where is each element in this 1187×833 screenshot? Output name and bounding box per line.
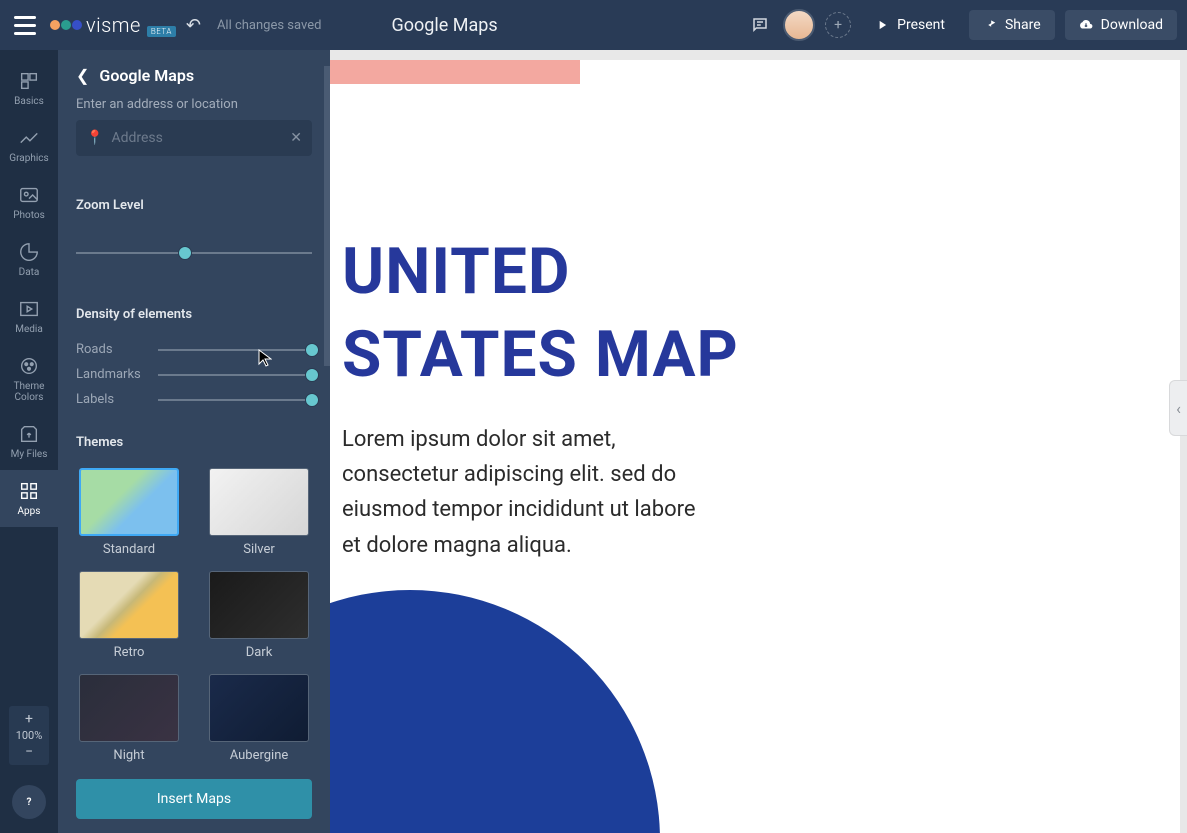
theme-thumb [209,468,309,536]
density-row-labels: Labels [76,392,312,407]
clear-address-button[interactable]: ✕ [290,130,302,146]
topbar: visme BETA ↶ All changes saved Google Ma… [0,0,1187,50]
density-slider-labels[interactable] [158,393,312,407]
theme-label: Silver [243,542,275,557]
leftbar-item-media[interactable]: Media [0,288,58,345]
canvas-body[interactable]: Lorem ipsum dolor sit amet, consectetur … [342,422,702,563]
theme-retro[interactable]: Retro [76,571,182,660]
zoom-value: 100% [16,729,43,742]
theme-night[interactable]: Night [76,674,182,763]
theme-standard[interactable]: Standard [76,468,182,557]
leftbar-item-my-files[interactable]: My Files [0,413,58,470]
beta-badge: BETA [147,26,176,37]
side-panel: ❮ Google Maps Enter an address or locati… [58,50,330,833]
zoom-level-label: Zoom Level [76,198,312,213]
address-field-wrap: 📍 ✕ [76,120,312,156]
download-button[interactable]: Download [1065,10,1177,40]
density-row-roads: Roads [76,342,312,357]
insert-maps-button[interactable]: Insert Maps [76,779,312,819]
zoom-control: + 100% − [9,706,49,765]
density-label: Density of elements [76,307,312,322]
back-button[interactable]: ❮ [76,66,89,85]
avatar[interactable] [783,9,815,41]
zoom-out-button[interactable]: − [23,742,35,762]
undo-button[interactable]: ↶ [186,15,201,36]
help-button[interactable]: ? [12,785,46,819]
theme-label: Aubergine [230,748,289,763]
density-slider-roads[interactable] [158,343,312,357]
decorative-circle [330,590,660,833]
theme-silver[interactable]: Silver [206,468,312,557]
density-row-landmarks: Landmarks [76,367,312,382]
theme-aubergine[interactable]: Aubergine [206,674,312,763]
comments-icon[interactable] [747,12,773,38]
present-button[interactable]: Present [861,10,959,40]
leftbar-item-data[interactable]: Data [0,231,58,288]
canvas-page[interactable]: UNITED STATES MAP Lorem ipsum dolor sit … [330,60,1180,833]
canvas-area[interactable]: UNITED STATES MAP Lorem ipsum dolor sit … [330,50,1187,833]
leftbar-item-theme-colors[interactable]: Theme Colors [0,345,58,413]
panel-title: Google Maps [99,66,194,85]
share-button[interactable]: Share [969,10,1055,40]
decorative-bar [330,60,580,84]
theme-thumb [79,571,179,639]
leftbar-item-graphics[interactable]: Graphics [0,117,58,174]
density-slider-label: Roads [76,342,158,357]
density-slider-label: Landmarks [76,367,158,382]
theme-thumb [79,468,179,536]
menu-button[interactable] [10,12,40,39]
theme-dark[interactable]: Dark [206,571,312,660]
expand-right-panel-button[interactable] [1169,380,1187,436]
zoom-slider[interactable] [76,223,312,283]
logo[interactable]: visme BETA [50,13,176,37]
theme-label: Standard [103,542,155,557]
zoom-in-button[interactable]: + [23,709,35,729]
themes-label: Themes [76,435,312,450]
theme-label: Retro [114,645,145,660]
leftbar-item-photos[interactable]: Photos [0,174,58,231]
density-slider-landmarks[interactable] [158,368,312,382]
theme-thumb [209,571,309,639]
address-input[interactable] [111,130,290,146]
address-label: Enter an address or location [76,97,312,112]
leftbar-item-apps[interactable]: Apps [0,470,58,527]
left-toolbar: Basics Graphics Photos Data Media Theme … [0,50,58,833]
theme-label: Dark [246,645,273,660]
document-title[interactable]: Google Maps [391,15,497,36]
density-slider-label: Labels [76,392,158,407]
logo-text: visme [86,13,141,37]
save-status: All changes saved [217,18,322,33]
canvas-title[interactable]: UNITED STATES MAP [342,230,739,396]
leftbar-item-basics[interactable]: Basics [0,60,58,117]
add-collaborator-button[interactable]: + [825,12,851,38]
theme-thumb [79,674,179,742]
theme-thumb [209,674,309,742]
theme-label: Night [113,748,144,763]
pin-icon: 📍 [86,130,103,146]
